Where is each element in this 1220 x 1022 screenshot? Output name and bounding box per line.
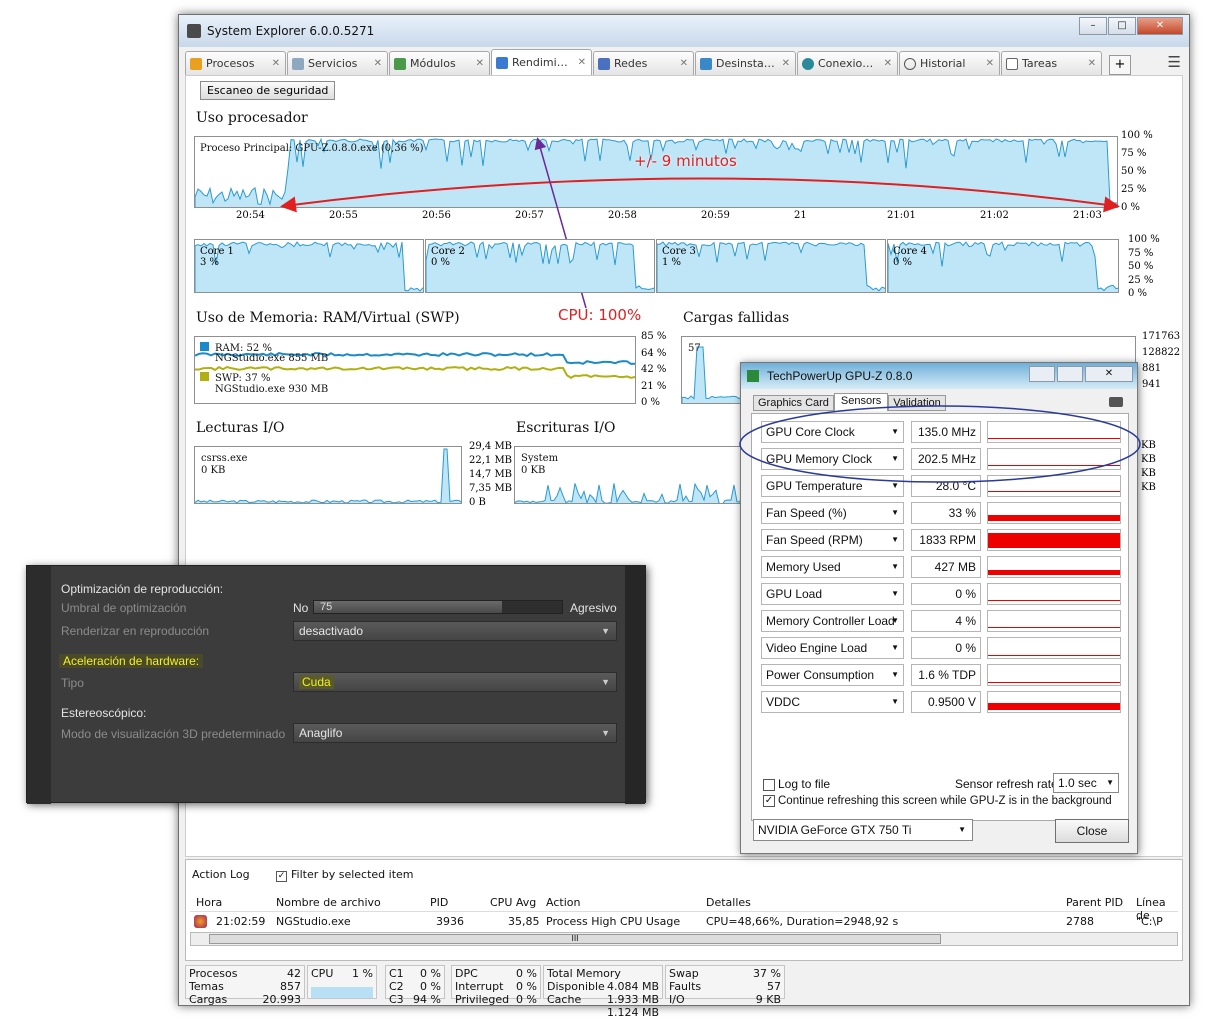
highlight-ellipse <box>739 405 1141 483</box>
highlight-ellipse-layer <box>739 405 1141 483</box>
